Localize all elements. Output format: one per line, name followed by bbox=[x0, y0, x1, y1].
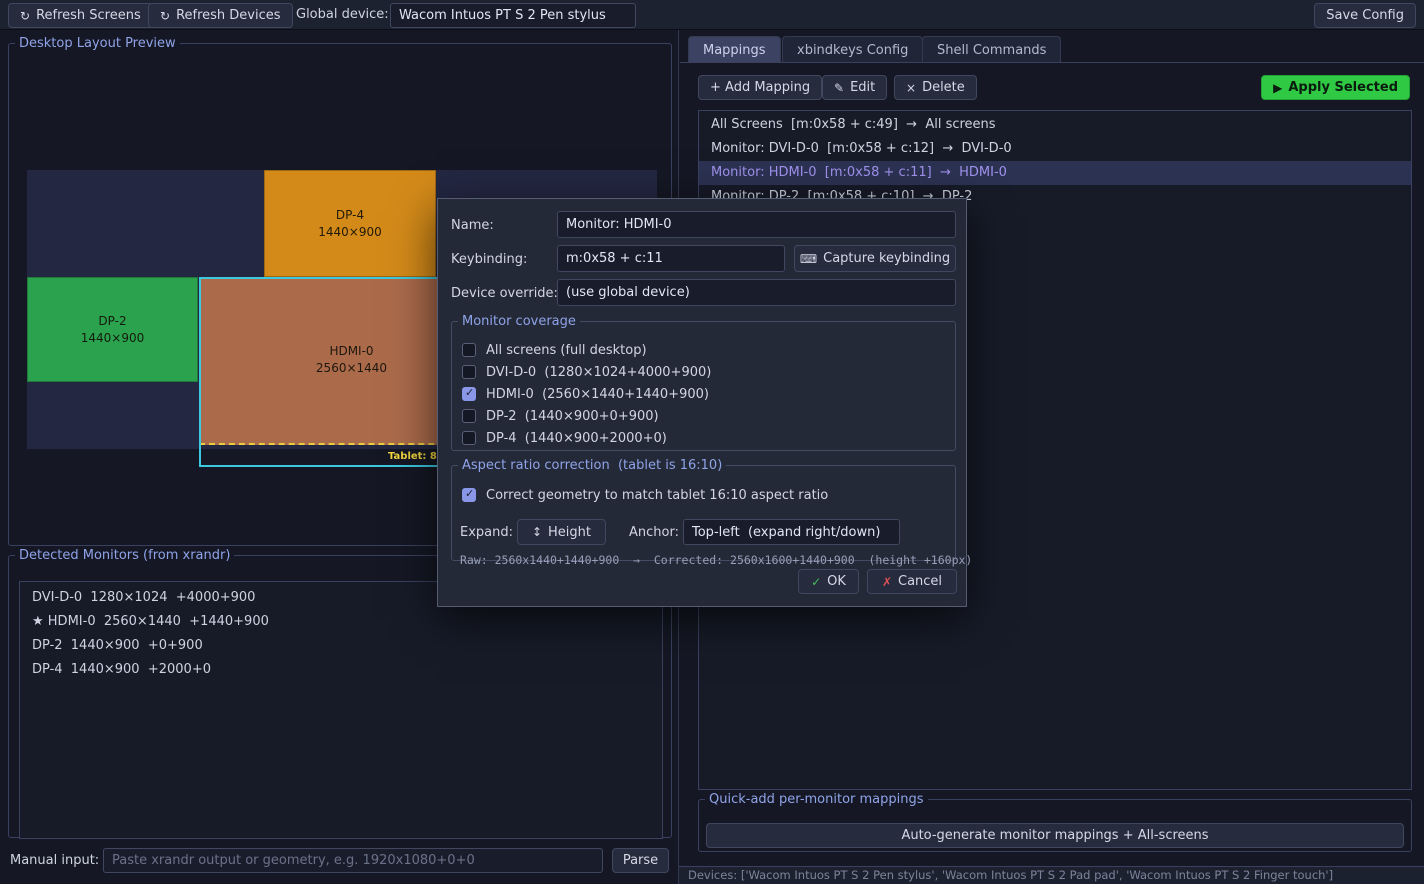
capture-keybinding-label: Capture keybinding bbox=[823, 251, 950, 266]
coverage-option-label: DP-2 (1440×900+0+900) bbox=[486, 409, 659, 424]
save-config-button[interactable]: Save Config bbox=[1314, 3, 1416, 28]
manual-input-field[interactable] bbox=[103, 848, 603, 873]
apply-selected-button[interactable]: ▶ Apply Selected bbox=[1261, 75, 1410, 100]
ok-check-icon: ✓ bbox=[811, 576, 821, 588]
monitor-name: HDMI-0 bbox=[329, 343, 373, 360]
mapping-row-selected[interactable]: Monitor: HDMI-0 [m:0x58 + c:11] → HDMI-0 bbox=[699, 161, 1411, 185]
coverage-dp-2-checkbox[interactable] bbox=[462, 409, 476, 423]
ok-button[interactable]: ✓ OK bbox=[798, 569, 859, 594]
refresh-screens-label: Refresh Screens bbox=[36, 8, 141, 23]
desktop-layout-preview-title: Desktop Layout Preview bbox=[15, 36, 180, 51]
expand-height-button[interactable]: ↕ Height bbox=[517, 519, 606, 545]
monitor-name: DP-4 bbox=[336, 207, 364, 224]
expand-label: Expand: bbox=[460, 525, 513, 540]
refresh-devices-button[interactable]: ↻ Refresh Devices bbox=[148, 3, 293, 28]
monitor-coverage-group: Monitor coverage All screens (full deskt… bbox=[451, 314, 956, 451]
play-icon: ▶ bbox=[1273, 82, 1282, 94]
up-down-arrow-icon: ↕ bbox=[532, 526, 542, 538]
monitor-coverage-title: Monitor coverage bbox=[458, 314, 580, 329]
close-icon: × bbox=[906, 82, 916, 94]
app-window: ↻ Refresh Screens ↻ Refresh Devices Glob… bbox=[0, 0, 1424, 884]
monitor-resolution: 1440×900 bbox=[318, 224, 382, 241]
coverage-option-label: All screens (full desktop) bbox=[486, 343, 647, 358]
anchor-label: Anchor: bbox=[629, 525, 679, 540]
aspect-correction-title: Aspect ratio correction (tablet is 16:10… bbox=[458, 458, 726, 473]
aspect-correction-group: Aspect ratio correction (tablet is 16:10… bbox=[451, 458, 956, 561]
edit-mapping-dialog: Name: Keybinding: ⌨ Capture keybinding D… bbox=[437, 198, 967, 607]
device-override-label: Device override: bbox=[451, 286, 558, 301]
devices-status-text: Devices: ['Wacom Intuos PT S 2 Pen stylu… bbox=[679, 867, 1424, 884]
edit-mapping-button[interactable]: ✎ Edit bbox=[822, 75, 887, 100]
quick-add-title: Quick-add per-monitor mappings bbox=[705, 792, 928, 807]
device-override-input[interactable] bbox=[557, 279, 956, 306]
name-label: Name: bbox=[451, 218, 494, 233]
add-mapping-label: + Add Mapping bbox=[710, 80, 810, 95]
top-toolbar: ↻ Refresh Screens ↻ Refresh Devices Glob… bbox=[0, 0, 1424, 30]
parse-button[interactable]: Parse bbox=[612, 848, 669, 873]
monitor-resolution: 2560×1440 bbox=[316, 360, 387, 377]
global-device-label: Global device: bbox=[296, 0, 389, 30]
mapping-row[interactable]: Monitor: DVI-D-0 [m:0x58 + c:12] → DVI-D… bbox=[699, 137, 1411, 161]
keyboard-icon: ⌨ bbox=[800, 253, 817, 265]
apply-selected-label: Apply Selected bbox=[1288, 80, 1398, 95]
keybinding-label: Keybinding: bbox=[451, 252, 527, 267]
detected-monitor-row[interactable]: DP-2 1440×900 +0+900 bbox=[20, 634, 662, 658]
tab-xbindkeys-config[interactable]: xbindkeys Config bbox=[782, 36, 923, 63]
tab-mappings[interactable]: Mappings bbox=[688, 36, 781, 63]
monitor-name: DP-2 bbox=[98, 313, 126, 330]
refresh-icon: ↻ bbox=[20, 10, 30, 22]
quick-add-group: Quick-add per-monitor mappings Auto-gene… bbox=[698, 792, 1412, 852]
ok-label: OK bbox=[827, 574, 846, 589]
coverage-hdmi-0-checkbox[interactable] bbox=[462, 387, 476, 401]
detected-monitors-list: DVI-D-0 1280×1024 +4000+900 ★ HDMI-0 256… bbox=[19, 581, 663, 839]
anchor-value-label: Top-left (expand right/down) bbox=[692, 525, 880, 540]
save-config-label: Save Config bbox=[1326, 8, 1404, 23]
add-mapping-button[interactable]: + Add Mapping bbox=[698, 75, 822, 100]
coverage-dp-4-checkbox[interactable] bbox=[462, 431, 476, 445]
coverage-dvi-d-0-checkbox[interactable] bbox=[462, 365, 476, 379]
correct-geometry-label: Correct geometry to match tablet 16:10 a… bbox=[486, 488, 828, 503]
delete-mapping-label: Delete bbox=[922, 80, 965, 95]
coverage-option-label: DP-4 (1440×900+2000+0) bbox=[486, 431, 667, 446]
mapping-row[interactable]: All Screens [m:0x58 + c:49] → All screen… bbox=[699, 113, 1411, 137]
anchor-select[interactable]: Top-left (expand right/down) bbox=[683, 519, 900, 545]
detected-monitor-row[interactable]: ★ HDMI-0 2560×1440 +1440+900 bbox=[20, 610, 662, 634]
keybinding-input[interactable] bbox=[557, 245, 785, 272]
cancel-x-icon: ✗ bbox=[882, 576, 892, 588]
auto-generate-label: Auto-generate monitor mappings + All-scr… bbox=[901, 828, 1208, 843]
preview-monitor-dp4[interactable]: DP-4 1440×900 bbox=[264, 170, 436, 277]
cancel-button[interactable]: ✗ Cancel bbox=[867, 569, 957, 594]
expand-value-label: Height bbox=[548, 525, 591, 540]
pencil-icon: ✎ bbox=[834, 82, 844, 94]
refresh-devices-label: Refresh Devices bbox=[176, 8, 280, 23]
status-bar: Devices: ['Wacom Intuos PT S 2 Pen stylu… bbox=[679, 866, 1424, 884]
monitor-resolution: 1440×900 bbox=[81, 330, 145, 347]
tab-shell-commands[interactable]: Shell Commands bbox=[922, 36, 1061, 63]
refresh-icon: ↻ bbox=[160, 10, 170, 22]
coverage-all-screens-checkbox[interactable] bbox=[462, 343, 476, 357]
raw-corrected-geometry-text: Raw: 2560x1440+1440+900 → Corrected: 256… bbox=[460, 553, 972, 567]
tabs-underline bbox=[680, 62, 1424, 63]
parse-label: Parse bbox=[623, 853, 658, 868]
manual-input-label: Manual input: bbox=[10, 853, 99, 868]
refresh-screens-button[interactable]: ↻ Refresh Screens bbox=[8, 3, 153, 28]
name-input[interactable] bbox=[557, 211, 956, 238]
detected-monitors-title: Detected Monitors (from xrandr) bbox=[15, 548, 234, 563]
detected-monitor-row[interactable]: DP-4 1440×900 +2000+0 bbox=[20, 658, 662, 682]
delete-mapping-button[interactable]: × Delete bbox=[894, 75, 977, 100]
capture-keybinding-button[interactable]: ⌨ Capture keybinding bbox=[794, 245, 956, 272]
edit-mapping-label: Edit bbox=[850, 80, 875, 95]
coverage-option-label: DVI-D-0 (1280×1024+4000+900) bbox=[486, 365, 711, 380]
auto-generate-mappings-button[interactable]: Auto-generate monitor mappings + All-scr… bbox=[706, 823, 1404, 848]
cancel-label: Cancel bbox=[898, 574, 942, 589]
coverage-option-label: HDMI-0 (2560×1440+1440+900) bbox=[486, 387, 709, 402]
correct-geometry-checkbox[interactable] bbox=[462, 488, 476, 502]
global-device-input[interactable] bbox=[390, 3, 636, 28]
preview-monitor-dp2[interactable]: DP-2 1440×900 bbox=[27, 277, 198, 382]
